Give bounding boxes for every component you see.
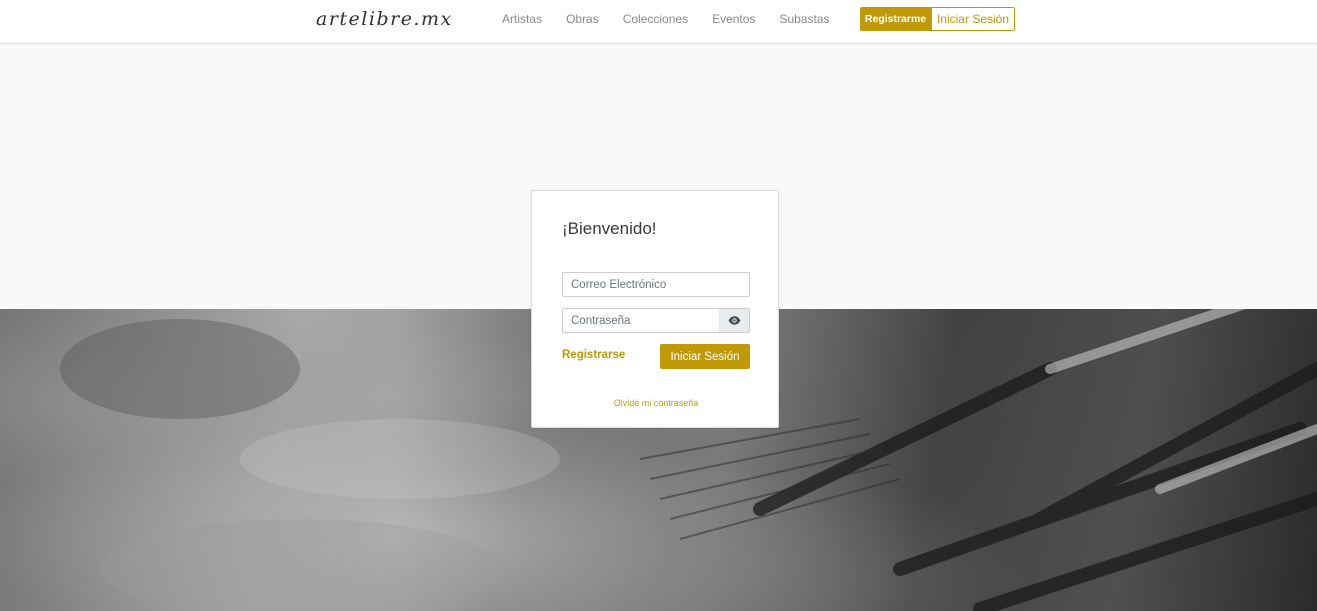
nav-link-colecciones[interactable]: Colecciones [623, 12, 688, 26]
register-link[interactable]: Registrarse [562, 349, 625, 361]
login-card: ¡Bienvenido! Registrarse Iniciar Sesión … [531, 190, 779, 428]
forgot-password-link[interactable]: Olvidé mi contraseña [532, 398, 780, 408]
register-button[interactable]: Registrarme [860, 7, 931, 31]
site-logo[interactable]: artelibre.mx [316, 8, 453, 30]
login-button[interactable]: Iniciar Sesión [931, 7, 1015, 31]
eye-icon [728, 316, 740, 325]
email-input[interactable] [562, 272, 750, 297]
password-input[interactable] [562, 308, 720, 333]
nav-link-obras[interactable]: Obras [566, 12, 599, 26]
nav-link-artistas[interactable]: Artistas [502, 12, 542, 26]
welcome-title: ¡Bienvenido! [562, 219, 657, 238]
main-nav: Artistas Obras Colecciones Eventos Subas… [502, 12, 853, 26]
submit-login-button[interactable]: Iniciar Sesión [660, 344, 750, 369]
nav-link-eventos[interactable]: Eventos [712, 12, 755, 26]
nav-link-subastas[interactable]: Subastas [779, 12, 829, 26]
top-navbar: artelibre.mx Artistas Obras Colecciones … [0, 0, 1317, 44]
toggle-password-visibility-button[interactable] [719, 308, 750, 333]
